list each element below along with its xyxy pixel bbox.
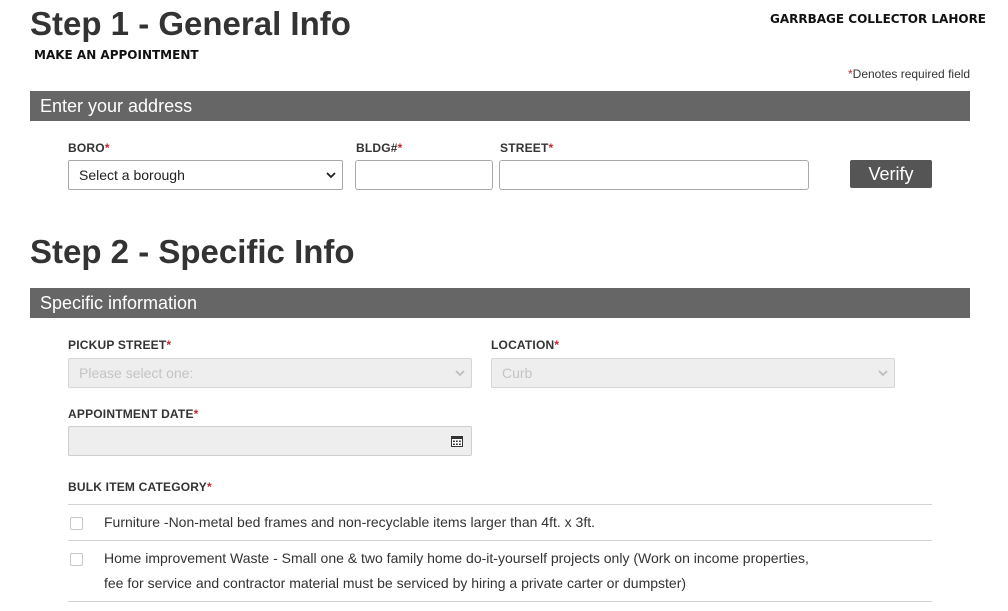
pickup-street-select[interactable]: Please select one: [68, 358, 472, 388]
divider [68, 504, 932, 505]
boro-select[interactable]: Select a borough [68, 160, 343, 190]
required-star: * [104, 141, 110, 155]
street-label-text: STREET [500, 141, 549, 155]
furniture-category-text: Furniture -Non-metal bed frames and non-… [104, 514, 595, 530]
pickup-street-label-text: PICKUP STREET [68, 338, 167, 352]
brand-name: GARRBAGE COLLECTOR LAHORE [770, 12, 986, 26]
chevron-down-icon [455, 370, 465, 377]
appointment-date-input[interactable] [68, 426, 472, 456]
street-input[interactable] [499, 160, 809, 190]
location-label: LOCATION* [491, 338, 559, 352]
divider [68, 540, 932, 541]
divider [68, 601, 932, 602]
location-label-text: LOCATION [491, 338, 555, 352]
required-star: * [397, 141, 403, 155]
home-improvement-category-text-cont: fee for service and contractor material … [104, 575, 687, 591]
boro-label-text: BORO [68, 141, 105, 155]
required-star: * [166, 338, 172, 352]
street-label: STREET* [500, 141, 553, 155]
page-subtitle: MAKE AN APPOINTMENT [34, 48, 199, 62]
bldg-input[interactable] [355, 160, 493, 190]
home-improvement-checkbox[interactable] [70, 553, 83, 566]
calendar-icon[interactable] [451, 435, 463, 447]
bldg-label: BLDG#* [356, 141, 403, 155]
pickup-street-select-value: Please select one: [79, 365, 194, 381]
appointment-date-label: APPOINTMENT DATE* [68, 407, 199, 421]
appointment-date-label-text: APPOINTMENT DATE [68, 407, 194, 421]
verify-button[interactable]: Verify [850, 160, 932, 188]
required-star: * [206, 480, 212, 494]
required-star: * [548, 141, 554, 155]
required-note-text: Denotes required field [852, 67, 971, 81]
specific-section-header: Specific information [30, 288, 970, 318]
boro-select-value: Select a borough [79, 167, 185, 183]
required-star: * [554, 338, 560, 352]
location-select-value: Curb [502, 365, 533, 381]
required-star: * [193, 407, 199, 421]
home-improvement-category-text: Home improvement Waste - Small one & two… [104, 550, 809, 566]
furniture-checkbox[interactable] [70, 517, 83, 530]
bulk-category-label-text: BULK ITEM CATEGORY [68, 480, 207, 494]
address-section-header: Enter your address [30, 91, 970, 121]
pickup-street-label: PICKUP STREET* [68, 338, 171, 352]
chevron-down-icon [326, 172, 336, 179]
step1-title: Step 1 - General Info [30, 5, 351, 42]
required-field-note: *Denotes required field [848, 67, 970, 81]
boro-label: BORO* [68, 141, 110, 155]
bldg-label-text: BLDG# [356, 141, 398, 155]
step2-title: Step 2 - Specific Info [30, 233, 355, 270]
bulk-category-label: BULK ITEM CATEGORY* [68, 480, 212, 494]
location-select[interactable]: Curb [491, 358, 895, 388]
chevron-down-icon [878, 370, 888, 377]
